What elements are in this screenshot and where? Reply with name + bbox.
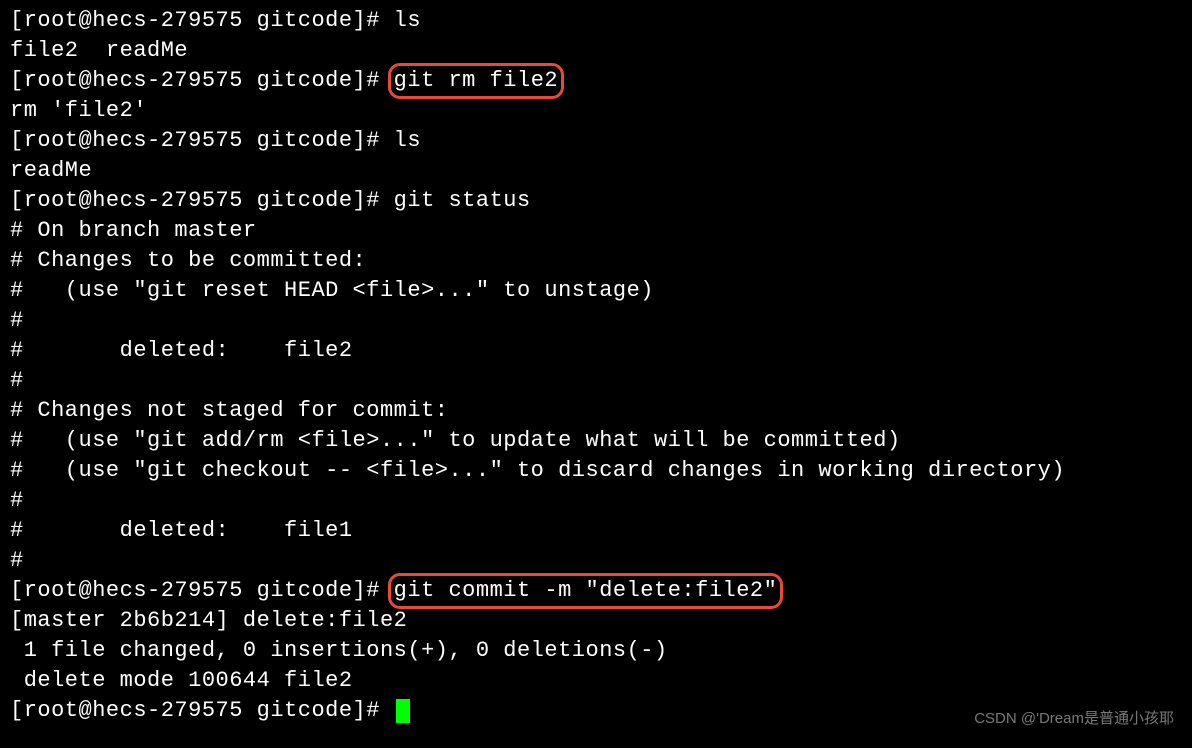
terminal-line: # (use "git reset HEAD <file>..." to uns… xyxy=(10,276,1182,306)
output-text: # xyxy=(10,548,24,573)
shell-prompt: [root@hecs-279575 gitcode]# xyxy=(10,68,394,93)
terminal-line: # Changes not staged for commit: xyxy=(10,396,1182,426)
output-text: file2 readMe xyxy=(10,38,188,63)
highlighted-command: git rm file2 xyxy=(394,66,558,96)
shell-prompt: [root@hecs-279575 gitcode]# xyxy=(10,8,394,33)
command-text: git status xyxy=(394,188,531,213)
terminal-line: [master 2b6b214] delete:file2 xyxy=(10,606,1182,636)
command-text: ls xyxy=(394,128,421,153)
terminal-line: # (use "git add/rm <file>..." to update … xyxy=(10,426,1182,456)
terminal-line: [root@hecs-279575 gitcode]# git commit -… xyxy=(10,576,1182,606)
command-text: ls xyxy=(394,8,421,33)
terminal-line: # xyxy=(10,306,1182,336)
terminal-line: delete mode 100644 file2 xyxy=(10,666,1182,696)
output-text: delete mode 100644 file2 xyxy=(10,668,353,693)
output-text: readMe xyxy=(10,158,92,183)
shell-prompt: [root@hecs-279575 gitcode]# xyxy=(10,188,394,213)
output-text: # Changes not staged for commit: xyxy=(10,398,448,423)
terminal-line: [root@hecs-279575 gitcode]# ls xyxy=(10,126,1182,156)
cursor-block[interactable] xyxy=(396,699,410,723)
output-text: # deleted: file1 xyxy=(10,518,353,543)
terminal-line: # (use "git checkout -- <file>..." to di… xyxy=(10,456,1182,486)
terminal-line: # Changes to be committed: xyxy=(10,246,1182,276)
shell-prompt: [root@hecs-279575 gitcode]# xyxy=(10,578,394,603)
output-text: # xyxy=(10,368,24,393)
terminal-line: # deleted: file1 xyxy=(10,516,1182,546)
output-text: # (use "git reset HEAD <file>..." to uns… xyxy=(10,278,654,303)
output-text: [master 2b6b214] delete:file2 xyxy=(10,608,407,633)
terminal-line: readMe xyxy=(10,156,1182,186)
output-text: # xyxy=(10,308,24,333)
output-text: rm 'file2' xyxy=(10,98,147,123)
terminal-line: file2 readMe xyxy=(10,36,1182,66)
terminal-output[interactable]: [root@hecs-279575 gitcode]# lsfile2 read… xyxy=(10,6,1182,726)
terminal-line: [root@hecs-279575 gitcode]# git status xyxy=(10,186,1182,216)
shell-prompt: [root@hecs-279575 gitcode]# xyxy=(10,698,394,723)
output-text: # xyxy=(10,488,24,513)
output-text: # (use "git checkout -- <file>..." to di… xyxy=(10,458,1065,483)
output-text: 1 file changed, 0 insertions(+), 0 delet… xyxy=(10,638,668,663)
terminal-line: # xyxy=(10,486,1182,516)
terminal-line: [root@hecs-279575 gitcode]# ls xyxy=(10,6,1182,36)
terminal-line: # On branch master xyxy=(10,216,1182,246)
terminal-line: # xyxy=(10,546,1182,576)
output-text: # deleted: file2 xyxy=(10,338,353,363)
terminal-line: [root@hecs-279575 gitcode]# git rm file2 xyxy=(10,66,1182,96)
watermark-text: CSDN @'Dream是普通小孩耶 xyxy=(974,704,1174,734)
shell-prompt: [root@hecs-279575 gitcode]# xyxy=(10,128,394,153)
terminal-line: rm 'file2' xyxy=(10,96,1182,126)
terminal-line: # xyxy=(10,366,1182,396)
output-text: # On branch master xyxy=(10,218,257,243)
terminal-line: 1 file changed, 0 insertions(+), 0 delet… xyxy=(10,636,1182,666)
highlighted-command: git commit -m "delete:file2" xyxy=(394,576,778,606)
output-text: # (use "git add/rm <file>..." to update … xyxy=(10,428,901,453)
terminal-line: # deleted: file2 xyxy=(10,336,1182,366)
output-text: # Changes to be committed: xyxy=(10,248,366,273)
